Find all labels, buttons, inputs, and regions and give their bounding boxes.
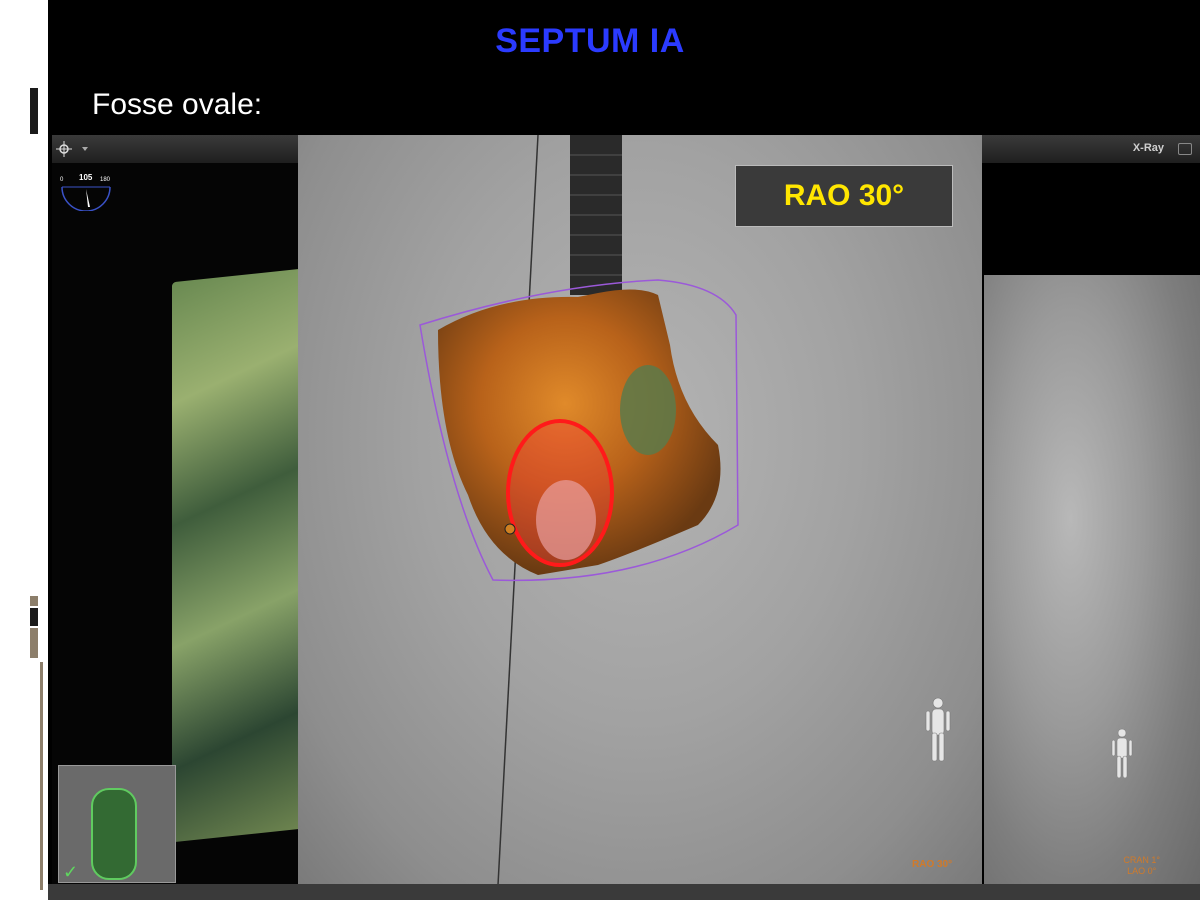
orientation-figure-small-icon (1111, 728, 1133, 779)
projection-caption: RAO 30° (912, 859, 953, 870)
main-fluoro-viewport[interactable]: RAO 30° RAO 30° (298, 135, 982, 885)
projection-label: RAO 30° (783, 179, 905, 212)
slide-title: SEPTUM IA (495, 22, 685, 60)
left-viewport-toolbar (52, 135, 300, 163)
deco-bar-3 (30, 628, 38, 658)
projection-label-box: RAO 30° (735, 165, 953, 227)
orientation-figure-icon (925, 697, 951, 762)
right-angle-caption: CRAN 1° LAO 0° (1123, 855, 1160, 877)
deco-bar-2 (30, 608, 38, 626)
navigator-thumbnail[interactable]: ✓ (58, 765, 176, 883)
gauge-dial-icon: 0 105 180 (60, 173, 111, 212)
appendage-render (620, 365, 676, 455)
fossa-highlight (536, 480, 596, 560)
xray-image (984, 275, 1200, 885)
right-viewport-toolbar: X-Ray (982, 135, 1200, 163)
deco-bar-1 (30, 596, 38, 606)
window-maximize-icon[interactable] (1178, 143, 1192, 155)
lao-caption: LAO 0° (1127, 866, 1157, 876)
gauge-max-label: 180 (100, 177, 111, 183)
left-decoration (0, 0, 48, 900)
thumbnail-segmentation (91, 788, 137, 880)
angle-gauge: 0 105 180 (58, 171, 114, 212)
xray-mode-label[interactable]: X-Ray (1133, 142, 1164, 154)
fluoro-overlay (419, 135, 951, 885)
deco-line (40, 662, 43, 890)
right-xray-viewport[interactable]: X-Ray CRAN 1° LAO 0° (982, 135, 1200, 885)
gauge-min-label: 0 (60, 177, 64, 183)
3d-septum-render (172, 267, 300, 843)
view-settings-icon[interactable] (52, 135, 92, 163)
slide-subtitle: Fosse ovale: (92, 88, 263, 121)
catheter-tip-icon (504, 523, 516, 535)
gauge-value-label: 105 (79, 173, 93, 182)
left-3d-viewport[interactable]: 0 105 180 ✓ (52, 135, 300, 885)
cran-caption: CRAN 1° (1123, 855, 1160, 865)
checkmark-icon: ✓ (63, 862, 79, 882)
deco-bar-top (30, 88, 38, 134)
bottom-strip (48, 884, 1200, 900)
